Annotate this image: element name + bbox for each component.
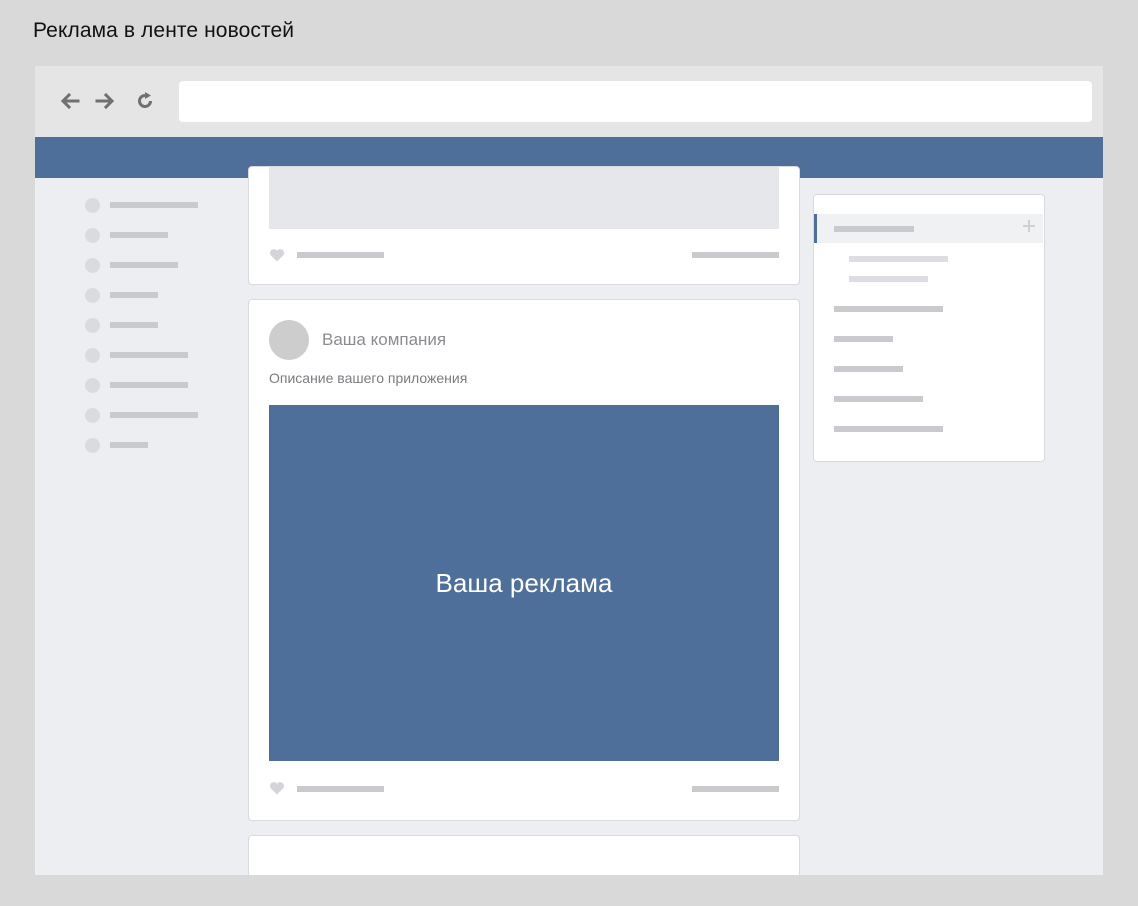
menu-item-placeholder[interactable] (834, 426, 943, 432)
likes-placeholder (297, 786, 384, 792)
post-meta-placeholder (692, 252, 779, 258)
plus-icon[interactable] (1023, 220, 1035, 232)
menu-item-icon (85, 378, 100, 393)
menu-item-icon (85, 228, 100, 243)
feed-post (248, 835, 800, 875)
menu-item-placeholder (834, 226, 914, 232)
post-description: Описание вашего приложения (269, 370, 468, 386)
menu-item-placeholder[interactable] (110, 352, 188, 358)
menu-item-placeholder[interactable] (110, 202, 198, 208)
menu-item-placeholder[interactable] (834, 306, 943, 312)
right-menu (813, 194, 1045, 462)
reload-button[interactable] (133, 90, 157, 112)
page-caption: Реклама в ленте новостей (33, 19, 295, 42)
arrow-right-icon (95, 93, 115, 109)
forward-button[interactable] (93, 90, 117, 112)
menu-item-icon (85, 408, 100, 423)
submenu-item-placeholder[interactable] (849, 276, 928, 282)
post-meta-placeholder (692, 786, 779, 792)
right-menu-active-item[interactable] (814, 214, 1043, 243)
menu-item-placeholder[interactable] (110, 292, 158, 298)
menu-item-placeholder[interactable] (834, 336, 893, 342)
menu-item-placeholder[interactable] (834, 396, 923, 402)
menu-item-icon (85, 318, 100, 333)
likes-placeholder (297, 252, 384, 258)
company-name[interactable]: Ваша компания (322, 330, 446, 350)
address-bar[interactable] (179, 81, 1092, 122)
menu-item-placeholder[interactable] (110, 232, 168, 238)
avatar[interactable] (269, 320, 309, 360)
menu-item-icon (85, 198, 100, 213)
feed-post (248, 166, 800, 285)
browser-toolbar (35, 66, 1103, 137)
ad-image[interactable]: Ваша реклама (269, 405, 779, 761)
ad-post: Ваша компания Описание вашего приложения… (248, 299, 800, 821)
menu-item-icon (85, 438, 100, 453)
post-image-placeholder (269, 167, 779, 229)
arrow-left-icon (60, 93, 80, 109)
menu-item-placeholder[interactable] (834, 366, 903, 372)
menu-item-icon (85, 258, 100, 273)
reload-icon (138, 92, 152, 108)
browser-window: Ваша компания Описание вашего приложения… (35, 66, 1103, 875)
menu-item-placeholder[interactable] (110, 382, 188, 388)
heart-icon[interactable] (269, 781, 285, 795)
menu-item-placeholder[interactable] (110, 412, 198, 418)
submenu-item-placeholder[interactable] (849, 256, 948, 262)
ad-image-text: Ваша реклама (435, 567, 613, 598)
menu-item-icon (85, 348, 100, 363)
menu-item-placeholder[interactable] (110, 262, 178, 268)
menu-item-placeholder[interactable] (110, 442, 148, 448)
menu-item-icon (85, 288, 100, 303)
menu-item-placeholder[interactable] (110, 322, 158, 328)
back-button[interactable] (58, 90, 82, 112)
heart-icon[interactable] (269, 248, 285, 262)
